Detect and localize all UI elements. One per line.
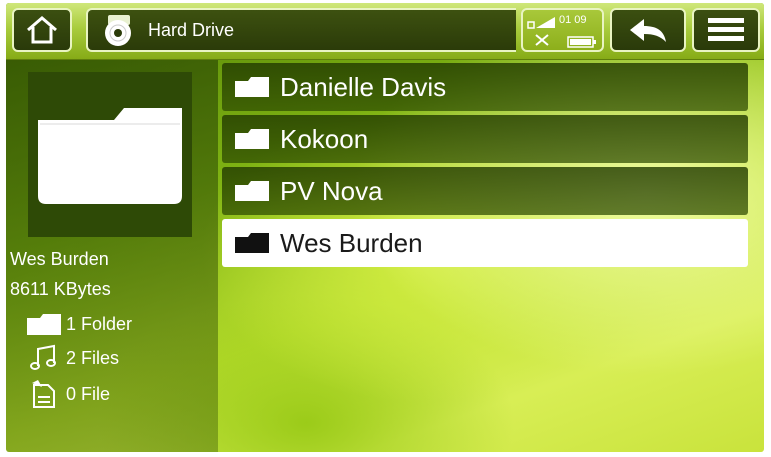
battery-icon [567,36,596,48]
list-item-wes-burden[interactable]: Wes Burden [222,219,748,267]
document-icon [32,380,55,408]
music-count-row: 2 Files [26,344,119,372]
home-icon [27,16,57,44]
music-count: 2 Files [66,347,120,368]
home-button[interactable] [12,8,72,52]
other-count: 0 File [66,383,111,404]
list-item-label: Danielle Davis [280,71,447,102]
menu-button[interactable] [692,8,760,52]
info-panel: Wes Burden 8611 KBytes 1 Folder 2 Files … [6,60,218,452]
list-item-label: Wes Burden [280,227,423,258]
folder-icon [235,181,269,201]
screen: Hard Drive 01 09 Wes Burden 8611 KBytes … [6,3,764,452]
selected-size: 8611 KBytes [10,279,111,299]
folder-preview [28,72,192,237]
hard-drive-icon [105,15,131,46]
music-note-icon [30,344,56,370]
list-item-pv-nova[interactable]: PV Nova [222,167,748,215]
menu-icon [708,18,744,41]
wifi-off-icon [535,34,549,46]
back-arrow-icon [630,19,666,42]
list-item-kokoon[interactable]: Kokoon [222,115,748,163]
folder-icon [27,314,61,335]
page-title: Hard Drive [148,19,235,40]
large-folder-icon [38,108,182,204]
list-item-danielle-davis[interactable]: Danielle Davis [222,63,748,111]
folder-icon [235,129,269,149]
back-button[interactable] [610,8,686,52]
folder-icon [235,233,269,253]
list-item-label: PV Nova [280,175,383,206]
top-bar: Hard Drive 01 09 [6,3,764,60]
list-item-label: Kokoon [280,123,369,154]
other-count-row: 0 File [26,380,110,408]
folder-count-row: 1 Folder [26,310,132,338]
clock: 01 09 [559,14,587,26]
title-bar: Hard Drive [86,8,516,52]
selected-name: Wes Burden [10,249,109,269]
folder-icon [235,77,269,97]
status-indicator: 01 09 [521,8,604,52]
connection-icon [527,17,555,29]
folder-count: 1 Folder [66,313,133,334]
